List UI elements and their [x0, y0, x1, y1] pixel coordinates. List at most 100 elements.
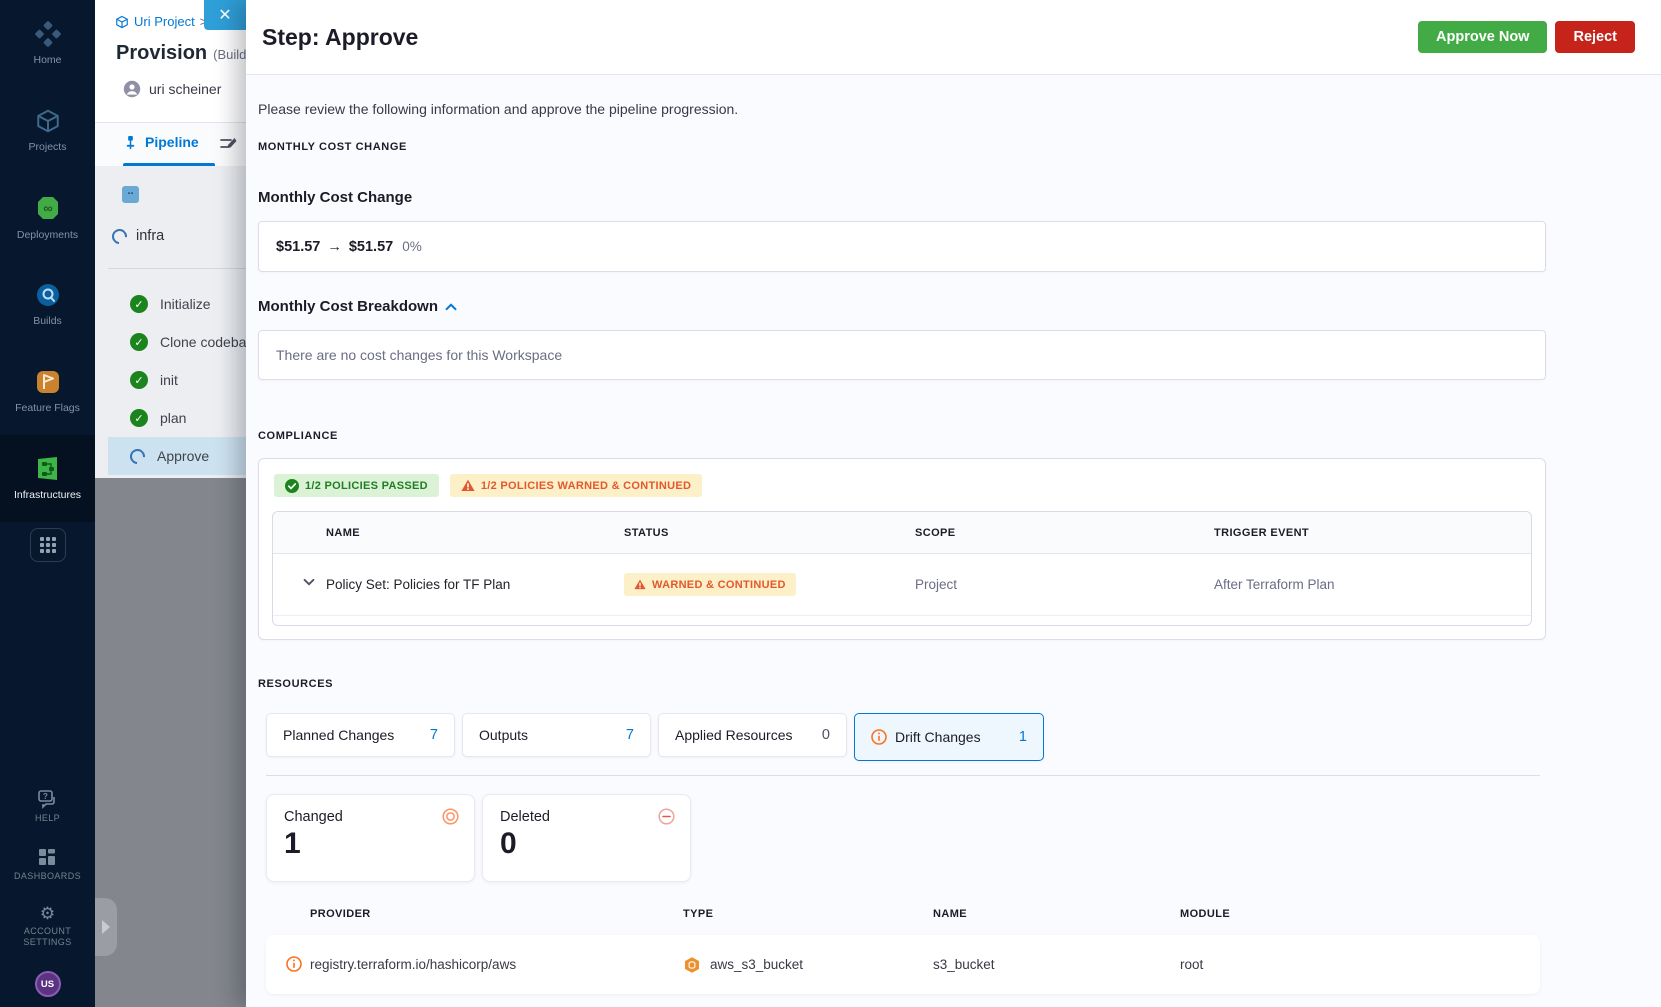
step-approve-drawer: Step: Approve Approve Now Reject Please …	[246, 0, 1661, 1007]
svg-text:∞: ∞	[43, 200, 52, 215]
panel-divider	[108, 268, 246, 269]
pipeline-user: uri scheiner	[123, 80, 221, 98]
cost-breakdown-empty-card: There are no cost changes for this Works…	[258, 330, 1546, 380]
policy-sets-table: NAME STATUS SCOPE TRIGGER EVENT Policy S…	[272, 511, 1532, 626]
section-label-compliance: COMPLIANCE	[258, 430, 338, 442]
cost-change-card: $51.57 → $51.57 0%	[258, 221, 1546, 272]
check-circle-icon	[285, 478, 299, 493]
outputs-count: 7	[625, 727, 634, 743]
tab-drift-changes[interactable]: Drift Changes 1	[854, 713, 1044, 761]
step-initialize[interactable]: ✓ Initialize	[108, 285, 246, 323]
sidebar-item-label: Infrastructures	[13, 489, 82, 502]
builds-icon	[35, 282, 61, 308]
resources-divider	[266, 775, 1540, 776]
avatar-initials: US	[40, 978, 55, 990]
changed-stat-card: Changed 1	[266, 794, 475, 882]
chevron-right-icon	[102, 920, 110, 934]
panel-expand-handle[interactable]	[95, 898, 117, 956]
resource-tabs: Planned Changes 7 Outputs 7 Applied Reso…	[266, 713, 1661, 761]
reject-button[interactable]: Reject	[1555, 21, 1635, 53]
pipeline-tabbar: Pipeline	[95, 122, 246, 166]
approve-now-button[interactable]: Approve Now	[1418, 21, 1548, 53]
step-approve[interactable]: Approve	[108, 437, 246, 475]
policies-passed-badge: 1/2 POLICIES PASSED	[274, 474, 439, 497]
help-icon: ?	[37, 789, 59, 810]
sidebar-item-projects[interactable]: Projects	[0, 87, 95, 174]
cost-breakdown-toggle[interactable]: Monthly Cost Breakdown	[258, 298, 1661, 315]
cost-to: $51.57	[348, 238, 394, 255]
policy-scope: Project	[915, 577, 958, 592]
aws-provider-icon	[683, 956, 701, 974]
approval-intro-text: Please review the following information …	[258, 101, 739, 117]
drift-changes-count: 1	[1018, 729, 1027, 745]
info-circle-icon	[286, 956, 302, 972]
running-spinner-icon	[126, 445, 149, 467]
grid-icon	[39, 537, 56, 553]
success-check-icon: ✓	[130, 295, 148, 313]
sidebar-help[interactable]: ? HELP	[35, 789, 60, 825]
warning-triangle-icon	[461, 479, 475, 491]
resource-provider: registry.terraform.io/hashicorp/aws	[310, 957, 517, 972]
sidebar-dashboards[interactable]: DASHBOARDS	[14, 847, 81, 883]
drawer-body: Please review the following information …	[246, 75, 1661, 1007]
tab-pipeline[interactable]: Pipeline	[123, 134, 199, 150]
deleted-icon	[658, 808, 675, 825]
info-circle-icon	[871, 729, 887, 745]
drift-table-header: PROVIDER TYPE NAME MODULE	[310, 908, 1231, 920]
success-check-icon: ✓	[130, 371, 148, 389]
status-badge: WARNED & CONTINUED	[624, 573, 796, 596]
close-icon[interactable]: ✕	[204, 0, 246, 30]
app-root: Home Projects ∞ Deployments Builds Featu…	[0, 0, 1661, 1007]
sidebar-item-label: Feature Flags	[15, 401, 80, 414]
cube-icon	[115, 15, 129, 29]
success-check-icon: ✓	[130, 409, 148, 427]
step-plan[interactable]: ✓ plan	[108, 399, 246, 437]
drawer-title: Step: Approve	[262, 23, 419, 50]
drift-resource-row[interactable]: registry.terraform.io/hashicorp/aws aws_…	[266, 935, 1540, 994]
sidebar-item-label: Deployments	[16, 228, 79, 241]
home-icon	[34, 21, 61, 47]
sidebar-account-settings[interactable]: ⚙ ACCOUNT SETTINGS	[23, 905, 71, 949]
sidebar-item-infrastructures[interactable]: Infrastructures	[0, 435, 95, 522]
resource-type: aws_s3_bucket	[710, 957, 804, 972]
sidebar-item-label: Builds	[33, 314, 62, 327]
chevron-down-icon[interactable]	[303, 578, 315, 586]
cost-from: $51.57	[276, 238, 321, 255]
tab-outputs[interactable]: Outputs 7	[462, 713, 651, 757]
changed-count: 1	[284, 827, 301, 860]
pipeline-icon	[123, 135, 138, 150]
sidebar-item-builds[interactable]: Builds	[0, 261, 95, 348]
arrow-right-icon: →	[327, 238, 342, 255]
monthly-cost-change-heading: Monthly Cost Change	[258, 189, 413, 206]
policy-trigger-event: After Terraform Plan	[1214, 577, 1335, 592]
user-avatar[interactable]: US	[34, 971, 61, 997]
applied-resources-count: 0	[821, 727, 830, 743]
breadcrumb-project-link[interactable]: Uri Project	[134, 14, 195, 29]
tab-applied-resources[interactable]: Applied Resources 0	[658, 713, 847, 757]
deployments-icon: ∞	[34, 194, 62, 222]
resource-module: root	[1180, 957, 1204, 972]
deleted-count: 0	[500, 827, 517, 860]
compliance-card: 1/2 POLICIES PASSED 1/2 POLICIES WARNED …	[258, 458, 1546, 640]
sidebar-item-feature-flags[interactable]: Feature Flags	[0, 348, 95, 435]
running-spinner-icon	[108, 225, 131, 247]
infrastructures-icon	[34, 455, 61, 482]
pipeline-canvas: .. infra ✓ Initialize ✓ Clone codeba ✓ i…	[95, 166, 246, 478]
step-clone-codebase[interactable]: ✓ Clone codeba	[108, 323, 246, 361]
sidebar-item-label: Home	[33, 53, 62, 66]
section-label-resources: RESOURCES	[258, 678, 334, 690]
dashboards-label: DASHBOARDS	[13, 870, 81, 881]
planned-changes-count: 7	[429, 727, 438, 743]
stage-infra[interactable]: infra	[108, 225, 164, 247]
module-selector-button[interactable]	[29, 528, 66, 562]
step-init[interactable]: ✓ init	[108, 361, 246, 399]
sidebar-item-deployments[interactable]: ∞ Deployments	[0, 174, 95, 261]
sidebar-item-home[interactable]: Home	[0, 0, 95, 87]
policy-set-row[interactable]: Policy Set: Policies for TF Plan WARNED …	[273, 554, 1531, 616]
tab-execution-inputs[interactable]	[219, 136, 237, 152]
canvas-zoom-chip[interactable]: ..	[122, 186, 139, 203]
deleted-stat-card: Deleted 0	[482, 794, 691, 882]
background-page: Uri Project > Pipeli ✕ Provision(Build u…	[95, 0, 246, 1007]
tab-planned-changes[interactable]: Planned Changes 7	[266, 713, 455, 757]
drawer-header: Step: Approve Approve Now Reject	[246, 0, 1661, 75]
